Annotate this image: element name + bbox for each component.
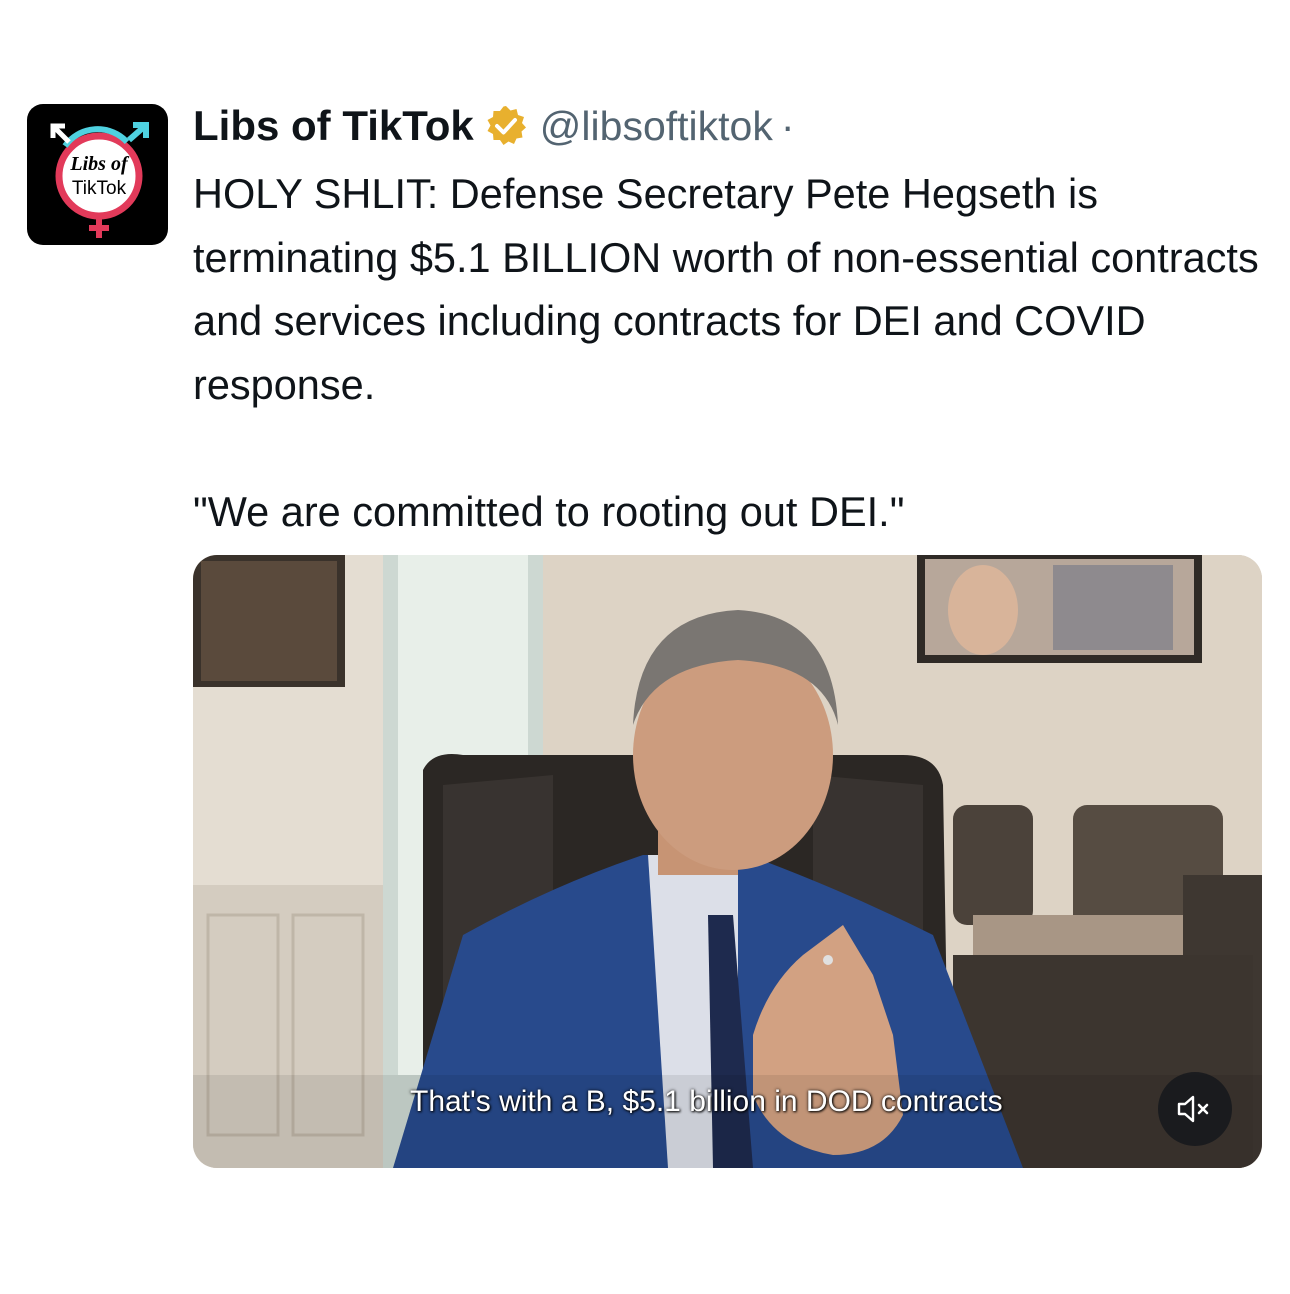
svg-text:TikTok: TikTok xyxy=(72,178,127,199)
display-name[interactable]: Libs of TikTok xyxy=(193,102,474,150)
mute-button[interactable] xyxy=(1158,1072,1232,1146)
svg-text:Libs of: Libs of xyxy=(69,153,130,175)
volume-muted-icon xyxy=(1177,1095,1209,1123)
tweet[interactable]: Libs of TikTok Libs of TikTok @libsoftik… xyxy=(0,0,1290,1294)
avatar[interactable]: Libs of TikTok xyxy=(27,104,168,245)
video-player[interactable]: That's with a B, $5.1 billion in DOD con… xyxy=(193,555,1262,1168)
tweet-header: Libs of TikTok @libsoftiktok · xyxy=(193,98,794,154)
separator-dot: · xyxy=(780,102,795,149)
tweet-text: HOLY SHLIT: Defense Secretary Pete Hegse… xyxy=(193,170,1259,535)
video-caption: That's with a B, $5.1 billion in DOD con… xyxy=(410,1085,1003,1118)
libs-of-tiktok-logo: Libs of TikTok xyxy=(50,122,149,238)
video-frame xyxy=(193,555,1262,1168)
user-handle[interactable]: @libsoftiktok xyxy=(540,103,773,150)
verified-badge-icon[interactable] xyxy=(484,104,528,148)
